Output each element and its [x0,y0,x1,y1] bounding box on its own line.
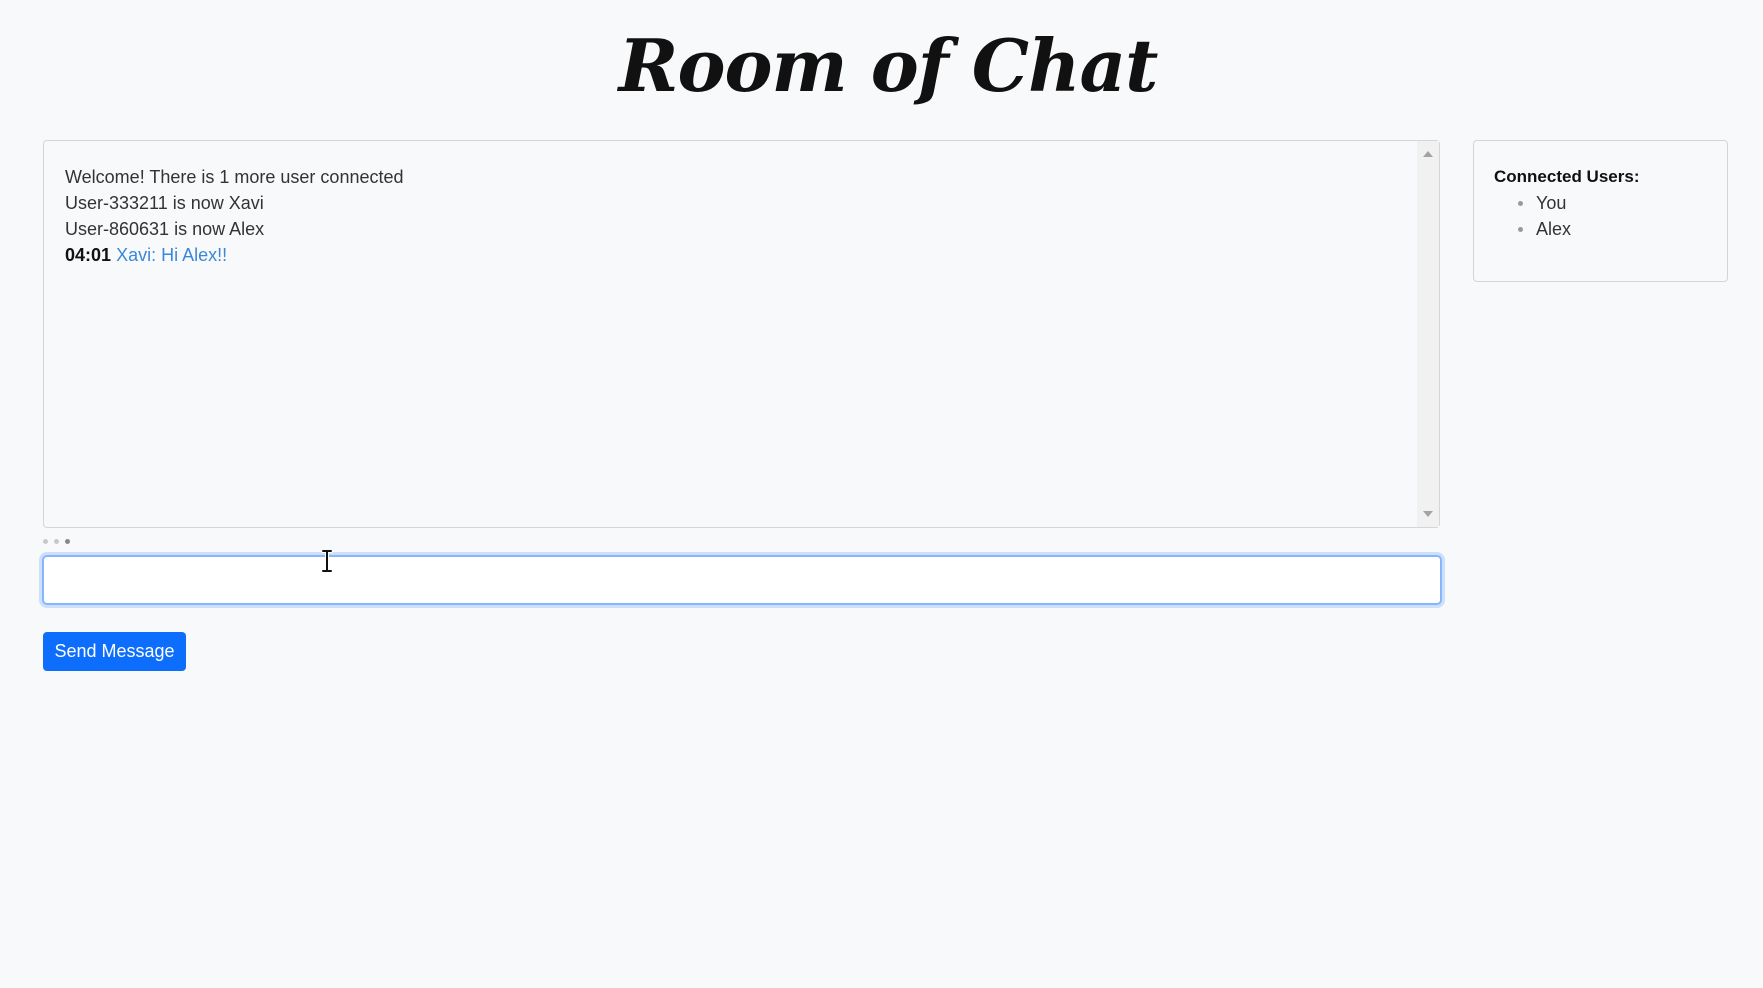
scroll-down-arrow-icon[interactable] [1423,511,1433,517]
users-heading: Connected Users: [1494,167,1640,186]
user-list-item: Alex [1494,216,1571,242]
bullet-icon [1518,201,1523,206]
message-text: Xavi: Hi Alex!! [116,245,228,265]
chat-message: User-333211 is now Xavi [65,193,264,213]
chat-message: Welcome! There is 1 more user connected [65,167,404,187]
typing-indicator [43,539,70,547]
connected-users-panel: Connected Users: You Alex [1473,140,1728,282]
chat-log[interactable]: Welcome! There is 1 more user connected … [43,140,1440,528]
typing-dot [43,539,48,544]
user-name: You [1536,193,1567,213]
text-cursor-icon [321,550,333,572]
typing-dot [65,539,70,544]
scroll-up-arrow-icon[interactable] [1423,151,1433,157]
chat-message: User-860631 is now Alex [65,219,265,239]
chat-messages: Welcome! There is 1 more user connected … [65,164,1409,268]
page-title: Room of Chat [618,23,1159,108]
chat-message-user: 04:01 Xavi: Hi Alex!! [65,242,1409,268]
bullet-icon [1518,227,1523,232]
user-list-item: You [1494,190,1571,216]
send-message-button[interactable]: Send Message [43,632,186,671]
users-list: You Alex [1494,190,1571,242]
typing-dot [54,539,59,544]
message-timestamp: 04:01 [65,245,112,265]
message-input[interactable] [42,555,1442,605]
user-name: Alex [1536,219,1572,239]
chat-scrollbar[interactable] [1417,141,1439,527]
